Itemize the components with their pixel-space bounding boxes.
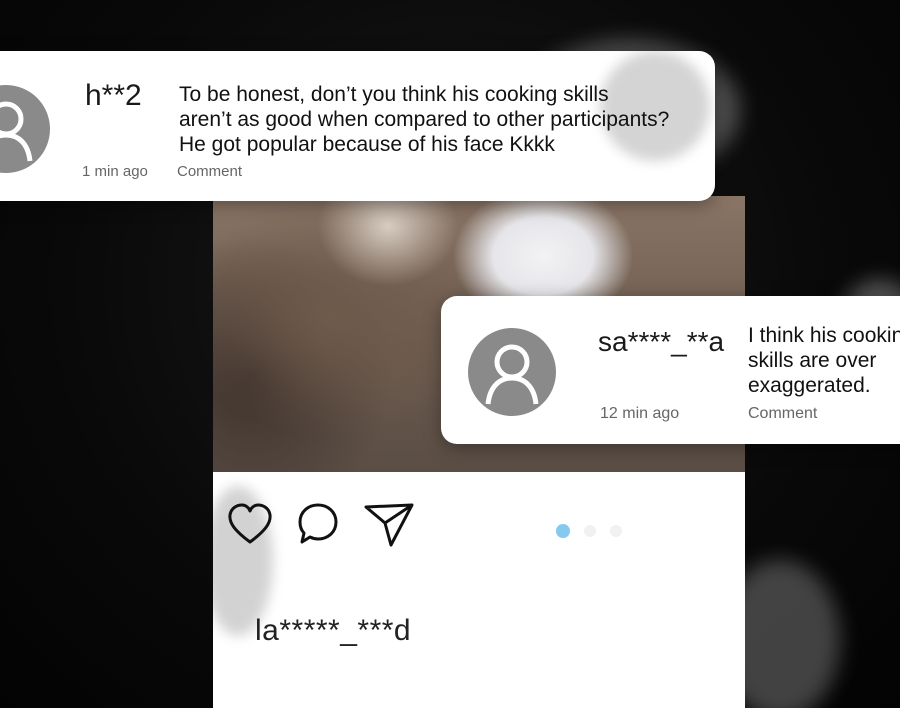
instagram-post: la*****_***d [213,196,745,708]
user-silhouette-icon[interactable] [0,85,50,173]
comment-text-line: exaggerated. [748,374,871,397]
comment-card: h**2 To be honest, don’t you think his c… [0,51,715,201]
heart-icon[interactable] [227,503,273,545]
comment-username[interactable]: h**2 [85,79,142,113]
carousel-dot[interactable] [610,525,622,537]
carousel-indicator [556,524,622,538]
send-icon[interactable] [363,501,415,547]
comment-reply-link[interactable]: Comment [748,405,817,423]
post-username[interactable]: la*****_***d [255,614,411,648]
comment-text-line: He got popular because of his face Kkkk [179,133,555,156]
comment-text-line: aren’t as good when compared to other pa… [179,108,670,131]
carousel-dot-active[interactable] [556,524,570,538]
comment-reply-link[interactable]: Comment [177,163,242,180]
comment-text-line: I think his cookin [748,324,900,347]
user-silhouette-icon[interactable] [468,328,556,416]
comment-username[interactable]: sa****_**a [598,326,724,358]
comment-text-line: To be honest, don’t you think his cookin… [179,83,609,106]
comment-text: I think his cookin skills are over exagg… [748,323,900,398]
manhwa-panel: la*****_***d h**2 To be honest, don’t yo… [0,0,900,708]
comment-timestamp: 1 min ago [82,163,148,180]
post-actions [227,501,415,547]
comment-timestamp: 12 min ago [600,405,680,422]
carousel-dot[interactable] [584,525,596,537]
comment-icon[interactable] [297,502,339,546]
comment-card: sa****_**a I think his cookin skills are… [441,296,900,444]
comment-text-line: skills are over [748,349,877,372]
comment-text: To be honest, don’t you think his cookin… [179,82,699,157]
